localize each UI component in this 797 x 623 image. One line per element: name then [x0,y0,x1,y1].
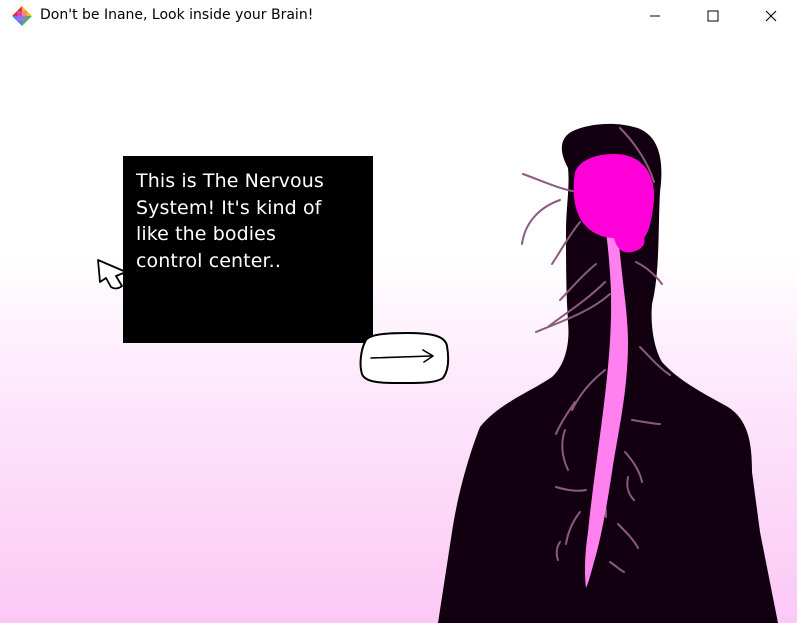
maximize-icon [707,10,719,22]
nervous-system-scene [438,123,778,623]
close-icon [765,10,777,22]
dialog-text: This is The Nervous System! It's kind of… [136,170,324,272]
window-title: Don't be Inane, Look inside your Brain! [40,7,314,23]
maximize-button[interactable] [684,0,742,32]
next-button[interactable] [357,330,451,385]
minimize-icon [650,15,660,17]
close-button[interactable] [742,0,797,32]
game-canvas[interactable]: This is The Nervous System! It's kind of… [0,32,797,623]
minimize-button[interactable] [626,0,684,32]
arrow-right-icon [359,331,450,385]
app-logo-icon [12,6,32,26]
title-bar[interactable]: Don't be Inane, Look inside your Brain! [0,0,797,32]
game-window: Don't be Inane, Look inside your Brain! [0,0,797,623]
mouse-cursor-icon [97,259,127,290]
dialog-box: This is The Nervous System! It's kind of… [123,156,373,343]
